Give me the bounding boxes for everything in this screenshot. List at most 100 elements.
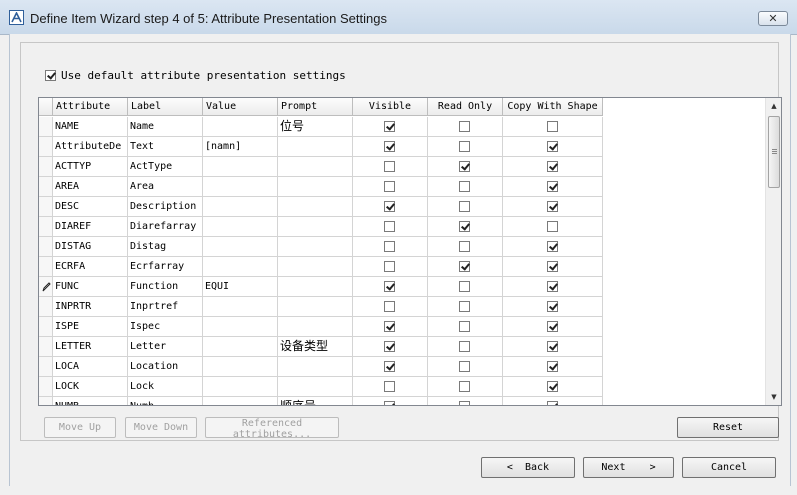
- row-header[interactable]: [39, 237, 53, 257]
- cell-prompt[interactable]: [278, 377, 353, 397]
- scroll-up-arrow-icon[interactable]: ▲: [766, 98, 781, 114]
- visible-checkbox[interactable]: [384, 141, 395, 152]
- copy-with-shape-checkbox[interactable]: [546, 221, 558, 232]
- cell-attribute[interactable]: DIAREF: [53, 217, 128, 237]
- read-only-checkbox[interactable]: [459, 281, 470, 292]
- read-only-checkbox[interactable]: [459, 241, 470, 252]
- table-row[interactable]: FUNC Function EQUI: [39, 277, 603, 297]
- copy-with-shape-checkbox[interactable]: [546, 241, 558, 252]
- copy-with-shape-checkbox[interactable]: [546, 401, 558, 405]
- cell-value[interactable]: [203, 357, 278, 377]
- cancel-button[interactable]: Cancel: [682, 457, 776, 478]
- row-header[interactable]: [39, 197, 53, 217]
- row-header[interactable]: [39, 337, 53, 357]
- cell-attribute[interactable]: AREA: [53, 177, 128, 197]
- cell-prompt[interactable]: 设备类型: [278, 337, 353, 357]
- row-header[interactable]: [39, 217, 53, 237]
- table-row[interactable]: ISPE Ispec: [39, 317, 603, 337]
- vertical-scrollbar[interactable]: ▲ ▼: [765, 98, 781, 405]
- cell-label[interactable]: Name: [128, 117, 203, 137]
- cell-prompt[interactable]: [278, 317, 353, 337]
- cell-attribute[interactable]: FUNC: [53, 277, 128, 297]
- cell-label[interactable]: Lock: [128, 377, 203, 397]
- cell-label[interactable]: Ispec: [128, 317, 203, 337]
- cell-value[interactable]: [203, 217, 278, 237]
- row-header[interactable]: [39, 297, 53, 317]
- cell-value[interactable]: [203, 237, 278, 257]
- copy-with-shape-checkbox[interactable]: [546, 281, 558, 292]
- cell-attribute[interactable]: ACTTYP: [53, 157, 128, 177]
- cell-attribute[interactable]: DESC: [53, 197, 128, 217]
- table-row[interactable]: AREA Area: [39, 177, 603, 197]
- cell-attribute[interactable]: ECRFA: [53, 257, 128, 277]
- cell-value[interactable]: [203, 257, 278, 277]
- read-only-checkbox[interactable]: [459, 161, 470, 172]
- copy-with-shape-checkbox[interactable]: [546, 181, 558, 192]
- table-row[interactable]: NAME Name 位号: [39, 117, 603, 137]
- cell-attribute[interactable]: ISPE: [53, 317, 128, 337]
- cell-value[interactable]: [namn]: [203, 137, 278, 157]
- next-button[interactable]: Next >: [583, 457, 674, 478]
- cell-label[interactable]: Area: [128, 177, 203, 197]
- cell-value[interactable]: [203, 177, 278, 197]
- row-header[interactable]: [39, 397, 53, 405]
- column-header-label[interactable]: Label: [128, 98, 203, 116]
- cell-label[interactable]: Ecrfarray: [128, 257, 203, 277]
- copy-with-shape-checkbox[interactable]: [546, 361, 558, 372]
- cell-value[interactable]: [203, 157, 278, 177]
- cell-prompt[interactable]: [278, 177, 353, 197]
- cell-attribute[interactable]: DISTAG: [53, 237, 128, 257]
- cell-value[interactable]: EQUI: [203, 277, 278, 297]
- visible-checkbox[interactable]: [384, 341, 395, 352]
- close-button[interactable]: ✕: [758, 11, 788, 26]
- cell-value[interactable]: [203, 297, 278, 317]
- read-only-checkbox[interactable]: [459, 121, 470, 132]
- read-only-checkbox[interactable]: [459, 201, 470, 212]
- read-only-checkbox[interactable]: [459, 381, 470, 392]
- row-header[interactable]: [39, 277, 53, 297]
- cell-prompt[interactable]: [278, 277, 353, 297]
- copy-with-shape-checkbox[interactable]: [546, 141, 558, 152]
- cell-label[interactable]: Location: [128, 357, 203, 377]
- visible-checkbox[interactable]: [384, 181, 395, 192]
- copy-with-shape-checkbox[interactable]: [546, 161, 558, 172]
- column-header-attribute[interactable]: Attribute: [53, 98, 128, 116]
- cell-label[interactable]: ActType: [128, 157, 203, 177]
- cell-attribute[interactable]: LETTER: [53, 337, 128, 357]
- table-row[interactable]: DESC Description: [39, 197, 603, 217]
- row-header[interactable]: [39, 317, 53, 337]
- table-row[interactable]: NUMBNumb 顺序号: [39, 397, 603, 405]
- copy-with-shape-checkbox[interactable]: [546, 201, 558, 212]
- cell-prompt[interactable]: 位号: [278, 117, 353, 137]
- visible-checkbox[interactable]: [384, 401, 395, 405]
- cell-attribute[interactable]: LOCA: [53, 357, 128, 377]
- table-row[interactable]: INPRTR Inprtref: [39, 297, 603, 317]
- copy-with-shape-checkbox[interactable]: [546, 301, 558, 312]
- column-header-prompt[interactable]: Prompt: [278, 98, 353, 116]
- scroll-down-arrow-icon[interactable]: ▼: [766, 389, 781, 405]
- visible-checkbox[interactable]: [384, 321, 395, 332]
- visible-checkbox[interactable]: [384, 261, 395, 272]
- cell-value[interactable]: [203, 337, 278, 357]
- visible-checkbox[interactable]: [384, 161, 395, 172]
- move-up-button[interactable]: Move Up: [44, 417, 116, 438]
- cell-label[interactable]: Diarefarray: [128, 217, 203, 237]
- column-header-read-only[interactable]: Read Only: [428, 98, 503, 116]
- cell-prompt[interactable]: 顺序号: [278, 397, 353, 405]
- row-header[interactable]: [39, 137, 53, 157]
- scrollbar-thumb[interactable]: [768, 116, 780, 188]
- copy-with-shape-checkbox[interactable]: [546, 121, 558, 132]
- copy-with-shape-checkbox[interactable]: [546, 321, 558, 332]
- copy-with-shape-checkbox[interactable]: [546, 381, 558, 392]
- cell-prompt[interactable]: [278, 357, 353, 377]
- cell-value[interactable]: [203, 377, 278, 397]
- cell-label[interactable]: Numb: [128, 397, 203, 405]
- table-row[interactable]: LOCK Lock: [39, 377, 603, 397]
- row-header[interactable]: [39, 377, 53, 397]
- table-row[interactable]: LOCA Location: [39, 357, 603, 377]
- reset-button[interactable]: Reset: [677, 417, 779, 438]
- cell-prompt[interactable]: [278, 217, 353, 237]
- cell-prompt[interactable]: [278, 297, 353, 317]
- cell-attribute[interactable]: AttributeDe: [53, 137, 128, 157]
- row-header[interactable]: [39, 257, 53, 277]
